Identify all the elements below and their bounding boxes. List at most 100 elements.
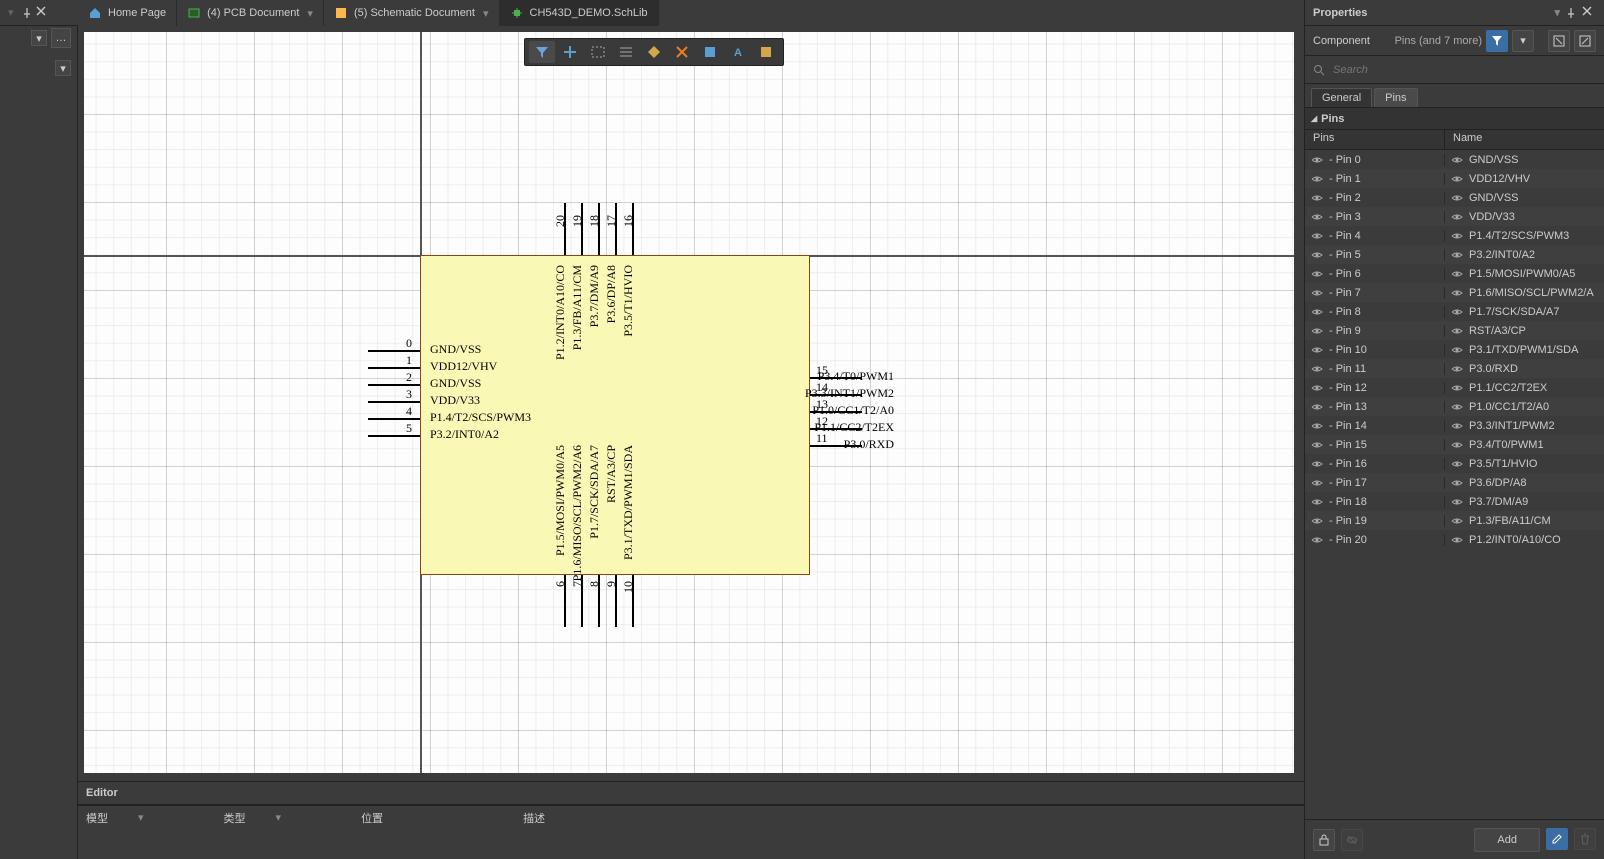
eye-icon[interactable]: [1311, 325, 1323, 337]
eye-icon[interactable]: [1451, 325, 1463, 337]
eye-icon[interactable]: [1451, 173, 1463, 185]
select-mode-b-button[interactable]: [1574, 30, 1596, 52]
eye-icon[interactable]: [1311, 477, 1323, 489]
close-icon[interactable]: [1582, 6, 1596, 20]
tool-filter-button[interactable]: [529, 41, 555, 63]
eye-icon[interactable]: [1311, 173, 1323, 185]
tool-A-button[interactable]: A: [725, 41, 751, 63]
bottom-col-header[interactable]: 类型: [224, 810, 246, 826]
eye-icon[interactable]: [1311, 496, 1323, 508]
tool-connector-button[interactable]: [613, 41, 639, 63]
pin-row[interactable]: - Pin 5P3.2/INT0/A2: [1305, 245, 1604, 264]
chevron-down-icon[interactable]: ▾: [483, 7, 489, 20]
eye-icon[interactable]: [1451, 192, 1463, 204]
eye-icon[interactable]: [1311, 268, 1323, 280]
eye-icon[interactable]: [1451, 477, 1463, 489]
visibility-button[interactable]: [1341, 829, 1363, 851]
eye-icon[interactable]: [1311, 420, 1323, 432]
eye-icon[interactable]: [1451, 154, 1463, 166]
tab-1[interactable]: (4) PCB Document▾: [177, 0, 324, 26]
pin-row[interactable]: - Pin 4P1.4/T2/SCS/PWM3: [1305, 226, 1604, 245]
eye-icon[interactable]: [1451, 211, 1463, 223]
pin-row[interactable]: - Pin 7P1.6/MISO/SCL/PWM2/A: [1305, 283, 1604, 302]
bottom-col-header[interactable]: 描述: [523, 810, 545, 826]
pin-row[interactable]: - Pin 12P1.1/CC2/T2EX: [1305, 378, 1604, 397]
eye-icon[interactable]: [1311, 534, 1323, 546]
pin-row[interactable]: - Pin 11P3.0/RXD: [1305, 359, 1604, 378]
eye-icon[interactable]: [1451, 306, 1463, 318]
left-dropdown-1[interactable]: ▾: [31, 30, 47, 46]
pin-row[interactable]: - Pin 17P3.6/DP/A8: [1305, 473, 1604, 492]
eye-icon[interactable]: [1311, 192, 1323, 204]
editor-tab[interactable]: Editor: [86, 787, 118, 799]
pin-row[interactable]: - Pin 19P1.3/FB/A11/CM: [1305, 511, 1604, 530]
pin-row[interactable]: - Pin 6P1.5/MOSI/PWM0/A5: [1305, 264, 1604, 283]
eye-icon[interactable]: [1311, 439, 1323, 451]
tab-3[interactable]: CH543D_DEMO.SchLib: [500, 0, 659, 26]
eye-icon[interactable]: [1451, 363, 1463, 375]
search-input[interactable]: [1333, 64, 1596, 76]
pin-row[interactable]: - Pin 2GND/VSS: [1305, 188, 1604, 207]
eye-icon[interactable]: [1311, 230, 1323, 242]
eye-icon[interactable]: [1311, 401, 1323, 413]
pins-section-header[interactable]: ◢ Pins: [1305, 108, 1604, 130]
eye-icon[interactable]: [1311, 363, 1323, 375]
tab-0[interactable]: Home Page: [78, 0, 177, 26]
pin-row[interactable]: - Pin 9RST/A3/CP: [1305, 321, 1604, 340]
pin-row[interactable]: - Pin 0GND/VSS: [1305, 150, 1604, 169]
dock-chevron-icon[interactable]: ▾: [1554, 6, 1560, 19]
left-more-button[interactable]: …: [51, 28, 71, 48]
eye-icon[interactable]: [1311, 344, 1323, 356]
filter-button[interactable]: [1486, 30, 1508, 52]
col-name[interactable]: Name: [1445, 130, 1604, 149]
tool-fill-button[interactable]: [753, 41, 779, 63]
pin-row[interactable]: - Pin 3VDD/V33: [1305, 207, 1604, 226]
delete-button[interactable]: [1574, 828, 1596, 850]
eye-icon[interactable]: [1451, 382, 1463, 394]
chevron-down-icon[interactable]: ▾: [307, 7, 313, 20]
edit-button[interactable]: [1546, 828, 1568, 850]
eye-icon[interactable]: [1311, 382, 1323, 394]
eye-icon[interactable]: [1311, 515, 1323, 527]
eye-icon[interactable]: [1451, 344, 1463, 356]
eye-icon[interactable]: [1451, 515, 1463, 527]
eye-icon[interactable]: [1451, 268, 1463, 280]
dock-chevron-icon[interactable]: ▾: [8, 6, 14, 19]
tool-cross-button[interactable]: [557, 41, 583, 63]
close-icon[interactable]: [36, 6, 50, 20]
eye-icon[interactable]: [1451, 249, 1463, 261]
pin-icon[interactable]: [1564, 6, 1578, 20]
pin-row[interactable]: - Pin 20P1.2/INT0/A10/CO: [1305, 530, 1604, 549]
pin-row[interactable]: - Pin 15P3.4/T0/PWM1: [1305, 435, 1604, 454]
dropdown-button[interactable]: ▾: [1512, 30, 1534, 52]
select-mode-a-button[interactable]: [1548, 30, 1570, 52]
col-pins[interactable]: Pins: [1305, 130, 1445, 149]
tool-port-button[interactable]: [641, 41, 667, 63]
pin-icon[interactable]: [20, 6, 34, 20]
left-dropdown-2[interactable]: ▾: [55, 60, 71, 76]
pin-row[interactable]: - Pin 18P3.7/DM/A9: [1305, 492, 1604, 511]
eye-icon[interactable]: [1451, 458, 1463, 470]
add-button[interactable]: Add: [1474, 828, 1540, 852]
eye-icon[interactable]: [1451, 287, 1463, 299]
lock-button[interactable]: [1313, 829, 1335, 851]
tool-net-button[interactable]: [669, 41, 695, 63]
subtab-general[interactable]: General: [1311, 88, 1372, 107]
pin-row[interactable]: - Pin 8P1.7/SCK/SDA/A7: [1305, 302, 1604, 321]
pin-row[interactable]: - Pin 1VDD12/VHV: [1305, 169, 1604, 188]
bottom-col-header[interactable]: 模型: [86, 810, 108, 826]
eye-icon[interactable]: [1311, 154, 1323, 166]
pin-row[interactable]: - Pin 10P3.1/TXD/PWM1/SDA: [1305, 340, 1604, 359]
pin-row[interactable]: - Pin 13P1.0/CC1/T2/A0: [1305, 397, 1604, 416]
pin-row[interactable]: - Pin 16P3.5/T1/HVIO: [1305, 454, 1604, 473]
tool-harness-button[interactable]: [697, 41, 723, 63]
eye-icon[interactable]: [1311, 211, 1323, 223]
bottom-col-header[interactable]: 位置: [361, 810, 383, 826]
eye-icon[interactable]: [1451, 420, 1463, 432]
tab-2[interactable]: (5) Schematic Document▾: [324, 0, 500, 26]
eye-icon[interactable]: [1451, 496, 1463, 508]
eye-icon[interactable]: [1451, 401, 1463, 413]
tool-rect-button[interactable]: [585, 41, 611, 63]
eye-icon[interactable]: [1311, 306, 1323, 318]
schematic-canvas[interactable]: A 0GND/VSS1VDD12/VHV2GND/VSS3VDD/V334P1.…: [78, 26, 1304, 779]
